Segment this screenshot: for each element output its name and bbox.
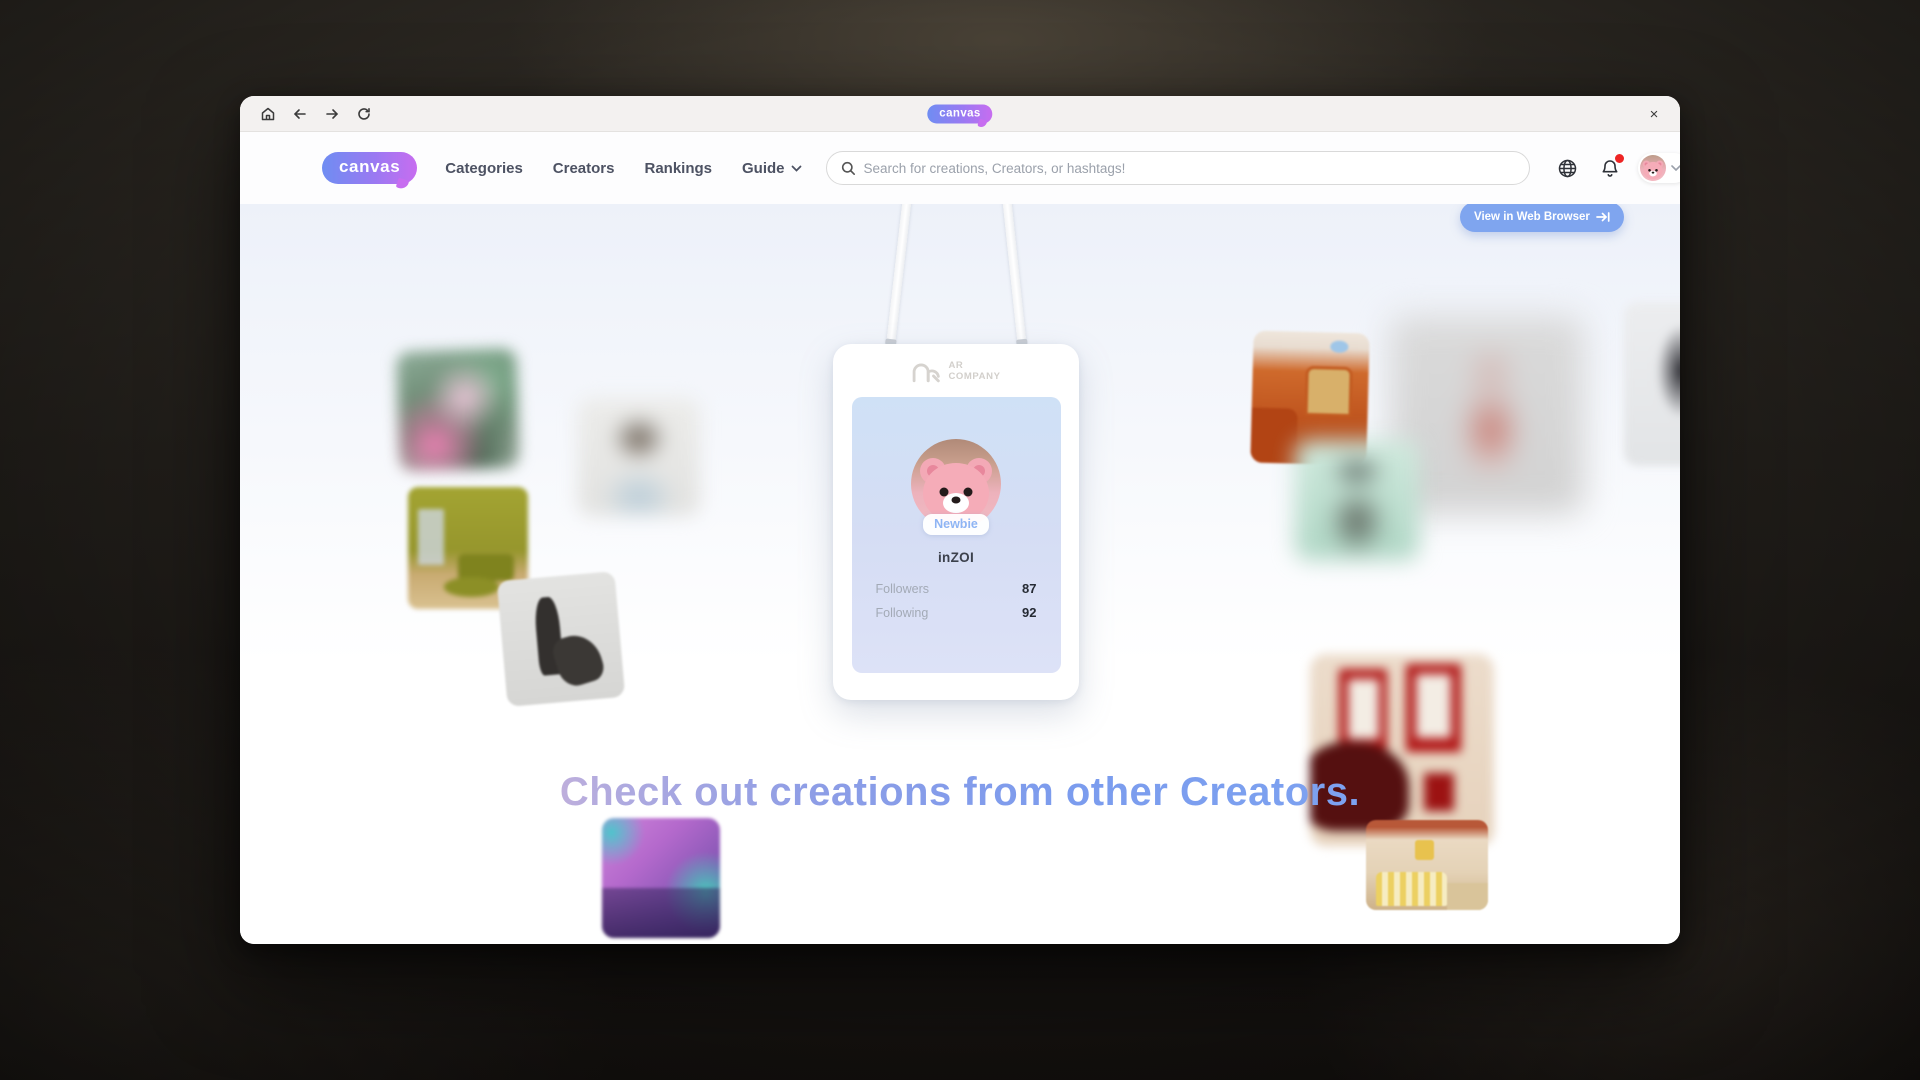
- chevron-down-icon: [791, 165, 802, 172]
- creation-thumbnail: [1310, 654, 1494, 846]
- header-icons: [1554, 153, 1680, 183]
- creation-thumbnail: [1366, 820, 1488, 910]
- forward-icon[interactable]: [318, 101, 346, 127]
- avatar: [1640, 155, 1666, 181]
- nav-item-guide[interactable]: Guide: [742, 160, 802, 177]
- canvas-logo[interactable]: canvas: [322, 152, 417, 184]
- stat-label: Following: [876, 606, 929, 620]
- card-inner-panel: Newbie inZOI Followers 87 Following 92: [852, 397, 1061, 673]
- notification-badge: [1614, 153, 1625, 164]
- window-titlebar: canvas ×: [240, 96, 1680, 132]
- creation-thumbnail: [1295, 440, 1419, 560]
- bell-icon[interactable]: [1596, 154, 1624, 182]
- creation-thumbnail: [396, 348, 520, 472]
- nav-item-rankings[interactable]: Rankings: [645, 160, 713, 177]
- creation-thumbnail: [1390, 316, 1584, 514]
- username: inZOI: [938, 550, 974, 565]
- lanyard-strap-right: [1002, 204, 1027, 348]
- search-wrap: [826, 151, 1530, 185]
- lanyard-strap-left: [886, 204, 912, 348]
- stat-row-following: Following 92: [876, 605, 1037, 620]
- stat-row-followers: Followers 87: [876, 581, 1037, 596]
- arrow-to-line-icon: [1596, 212, 1610, 222]
- globe-icon[interactable]: [1554, 154, 1582, 182]
- ar-monogram-icon: [911, 360, 941, 384]
- view-in-web-browser-button[interactable]: View in Web Browser: [1460, 204, 1624, 232]
- company-logo: AR COMPANY: [911, 360, 1000, 384]
- creation-thumbnail: [497, 571, 626, 707]
- chevron-down-icon: [1671, 165, 1680, 171]
- view-in-web-browser-label: View in Web Browser: [1474, 211, 1590, 223]
- search-icon: [841, 161, 856, 176]
- search-box[interactable]: [826, 151, 1530, 185]
- home-icon[interactable]: [254, 101, 282, 127]
- refresh-icon[interactable]: [350, 101, 378, 127]
- stat-label: Followers: [876, 582, 930, 596]
- hero-content: AR COMPANY Newbie inZOI Followers 87 Fol…: [240, 204, 1680, 944]
- company-name-line2: COMPANY: [948, 372, 1000, 383]
- profile-id-card: AR COMPANY Newbie inZOI Followers 87 Fol…: [833, 344, 1079, 700]
- creation-thumbnail: [578, 398, 700, 516]
- close-icon[interactable]: ×: [1640, 101, 1668, 127]
- main-nav: Categories Creators Rankings Guide: [445, 160, 801, 177]
- profile-stats: Followers 87 Following 92: [852, 581, 1061, 620]
- titlebar-app-logo: canvas: [927, 104, 992, 123]
- creation-thumbnail: [1624, 302, 1680, 466]
- profile-menu[interactable]: [1638, 153, 1680, 183]
- stat-value: 87: [1022, 581, 1036, 596]
- creation-thumbnail: [602, 818, 720, 938]
- nav-item-creators[interactable]: Creators: [553, 160, 615, 177]
- nav-item-categories[interactable]: Categories: [445, 160, 523, 177]
- site-header: canvas Categories Creators Rankings Guid…: [240, 132, 1680, 204]
- back-icon[interactable]: [286, 101, 314, 127]
- level-badge: Newbie: [923, 514, 989, 535]
- stat-value: 92: [1022, 605, 1036, 620]
- nav-item-guide-label: Guide: [742, 160, 785, 177]
- hero-headline: Check out creations from other Creators.: [240, 770, 1680, 815]
- app-window: canvas × canvas Categories Creators Rank…: [240, 96, 1680, 944]
- search-input[interactable]: [864, 161, 1515, 176]
